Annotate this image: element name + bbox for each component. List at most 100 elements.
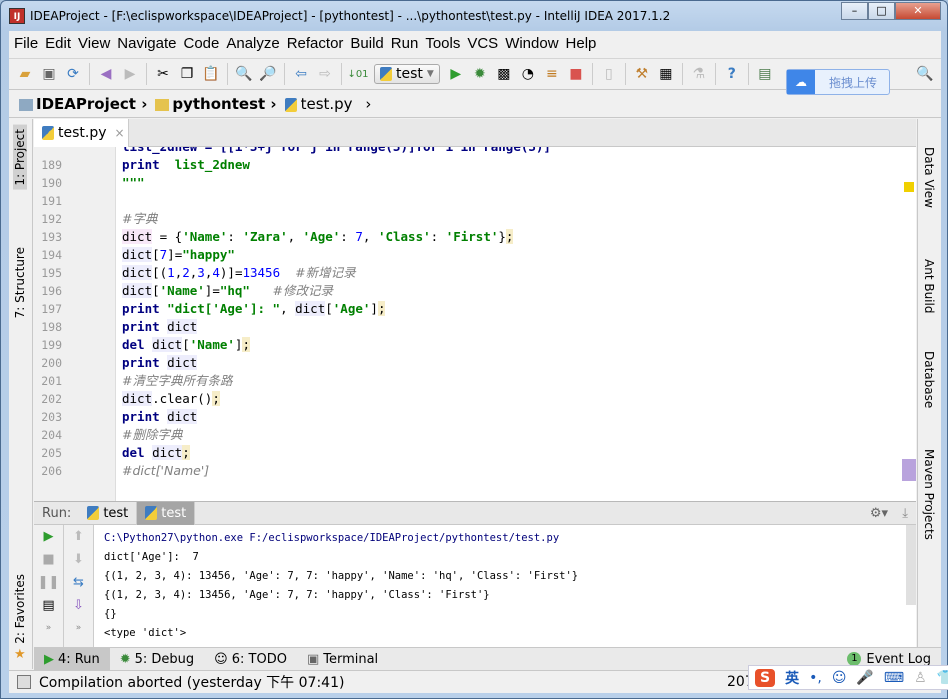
gear-icon[interactable]: ⚙▾ xyxy=(870,506,888,521)
scrollbar[interactable] xyxy=(906,525,916,605)
menu-run[interactable]: Run xyxy=(390,35,425,52)
tool-favorites[interactable]: 2: Favorites xyxy=(13,574,27,644)
menu-view[interactable]: View xyxy=(77,35,116,52)
tool-maven[interactable]: Maven Projects xyxy=(922,449,936,540)
menu-edit[interactable]: Edit xyxy=(44,35,77,52)
stop-icon[interactable]: ■ xyxy=(565,63,587,85)
breadcrumb-module[interactable]: pythontest › xyxy=(155,95,277,113)
tool-data-view[interactable]: Data View xyxy=(922,147,936,208)
soft-wrap-icon[interactable]: ⇆ xyxy=(64,571,93,594)
sdk-icon[interactable]: ▦ xyxy=(655,63,677,85)
sogou-logo-icon[interactable]: S xyxy=(755,668,776,687)
back-icon[interactable]: ⇦ xyxy=(290,63,312,85)
tab-todo[interactable]: ☺ 6: TODO xyxy=(204,648,297,671)
paste-icon[interactable]: 📋 xyxy=(200,63,222,85)
up-icon[interactable]: ⬆ xyxy=(64,525,93,548)
help-icon[interactable]: ? xyxy=(721,63,743,85)
python-file-icon xyxy=(42,126,54,140)
tool-database[interactable]: Database xyxy=(922,351,936,408)
debug-icon[interactable]: ✹ xyxy=(469,63,491,85)
forward-icon[interactable]: ⇨ xyxy=(314,63,336,85)
minimize-button[interactable]: – xyxy=(841,2,868,20)
code-line: 200 print dict xyxy=(34,354,894,372)
menu-analyze[interactable]: Analyze xyxy=(225,35,285,52)
redo-icon[interactable]: ▶ xyxy=(119,63,141,85)
coverage-icon[interactable]: ▩ xyxy=(493,63,515,85)
skin-icon[interactable]: 👕 xyxy=(937,670,948,686)
open-icon[interactable]: ▰ xyxy=(14,63,36,85)
plugin-icon[interactable]: ▤ xyxy=(754,63,776,85)
user-icon[interactable]: ♙ xyxy=(914,670,927,686)
menu-navigate[interactable]: Navigate xyxy=(116,35,182,52)
close-button[interactable]: ✕ xyxy=(895,2,941,20)
sync-icon[interactable]: ⟳ xyxy=(62,63,84,85)
punctuation-icon[interactable]: •, xyxy=(809,670,822,686)
menu-build[interactable]: Build xyxy=(349,35,389,52)
rerun-icon[interactable]: ▶ xyxy=(34,525,63,548)
layout-icon[interactable]: ▤ xyxy=(34,594,63,617)
mic-icon[interactable]: 🎤 xyxy=(856,670,873,686)
code-token: print xyxy=(122,355,160,370)
code-text: #字典 xyxy=(122,210,157,228)
menu-code[interactable]: Code xyxy=(182,35,225,52)
code-line: 204 #删除字典 xyxy=(34,426,894,444)
breadcrumb-project[interactable]: IDEAProject › xyxy=(19,95,147,113)
tab-test-py[interactable]: test.py × xyxy=(34,119,129,147)
run-icon: ▶ xyxy=(44,651,54,667)
tab-terminal[interactable]: ▣ Terminal xyxy=(297,648,388,671)
build-icon[interactable]: ↓01 xyxy=(347,63,369,85)
tab-run[interactable]: ▶ 4: Run xyxy=(34,647,110,671)
run-tab-active[interactable]: test xyxy=(137,501,196,525)
more-icon[interactable]: » xyxy=(64,617,93,640)
code-line: 199 del dict['Name']; xyxy=(34,336,894,354)
tool-project[interactable]: 1: Project xyxy=(13,125,27,190)
menu-refactor[interactable]: Refactor xyxy=(286,35,350,52)
emoji-icon[interactable]: ☺ xyxy=(832,670,847,686)
save-icon[interactable]: ▣ xyxy=(38,63,60,85)
copy-icon[interactable]: ❐ xyxy=(176,63,198,85)
menu-help[interactable]: Help xyxy=(565,35,603,52)
run-tab[interactable]: test xyxy=(79,501,138,525)
code-token: 'Name' xyxy=(189,337,235,352)
vcs-icon[interactable]: ⚗ xyxy=(688,63,710,85)
code-token: 1 xyxy=(167,265,175,280)
toolbar: ▰ ▣ ⟳ ◀ ▶ ✂ ❐ 📋 🔍 🔎 ⇦ ⇨ ↓01 test ▼ ▶ ✹ ▩ … xyxy=(9,58,941,95)
code-token: ; xyxy=(242,337,250,352)
hide-icon[interactable]: ⤓ xyxy=(902,506,908,521)
pause-icon[interactable]: ❚❚ xyxy=(34,571,63,594)
code-editor[interactable]: list_2dnew = [[i*3+j for j in range(3)]f… xyxy=(34,147,916,501)
menu-file[interactable]: File xyxy=(13,35,44,52)
project-structure-icon[interactable]: ▯ xyxy=(598,63,620,85)
concurrency-icon[interactable]: ≡ xyxy=(541,63,563,85)
find-icon[interactable]: 🔍 xyxy=(233,63,255,85)
settings-icon[interactable]: ⚒ xyxy=(631,63,653,85)
error-stripe[interactable] xyxy=(902,147,916,501)
stop-icon[interactable]: ■ xyxy=(34,548,63,571)
scroll-to-end-icon[interactable]: ⇩ xyxy=(64,594,93,617)
cut-icon[interactable]: ✂ xyxy=(152,63,174,85)
keyboard-icon[interactable]: ⌨ xyxy=(884,670,904,686)
line-number: 203 xyxy=(41,410,62,424)
status-toggle-icon[interactable] xyxy=(17,675,31,689)
code-text: dict[(1,2,3,4)]=13456 #新增记录 xyxy=(122,264,356,282)
run-config-select[interactable]: test ▼ xyxy=(374,64,440,84)
more-icon[interactable]: » xyxy=(34,617,63,640)
maximize-button[interactable]: □ xyxy=(868,2,895,20)
tool-ant-build[interactable]: Ant Build xyxy=(922,259,936,313)
profile-icon[interactable]: ◔ xyxy=(517,63,539,85)
tab-debug[interactable]: ✹ 5: Debug xyxy=(110,648,204,671)
breadcrumb-file[interactable]: test.py › xyxy=(284,95,371,113)
replace-icon[interactable]: 🔎 xyxy=(257,63,279,85)
menu-window[interactable]: Window xyxy=(504,35,564,52)
menu-vcs[interactable]: VCS xyxy=(466,35,504,52)
run-icon[interactable]: ▶ xyxy=(445,63,467,85)
console-output[interactable]: C:\Python27\python.exe F:/eclispworkspac… xyxy=(104,529,578,643)
close-tab-icon[interactable]: × xyxy=(115,126,125,140)
tool-structure[interactable]: 7: Structure xyxy=(13,247,27,318)
undo-icon[interactable]: ◀ xyxy=(95,63,117,85)
search-everywhere-icon[interactable]: 🔍 xyxy=(914,63,936,85)
down-icon[interactable]: ⬇ xyxy=(64,548,93,571)
code-line: 206 #dict['Name'] xyxy=(34,462,894,480)
ime-mode[interactable]: 英 xyxy=(785,668,799,688)
menu-tools[interactable]: Tools xyxy=(424,35,466,52)
